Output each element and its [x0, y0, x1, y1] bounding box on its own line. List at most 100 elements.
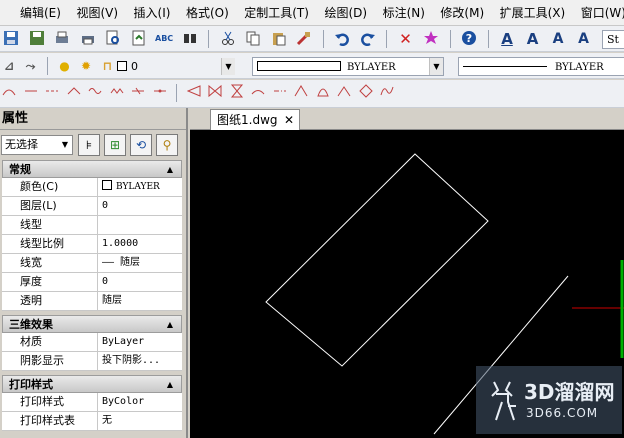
- layer-previous-icon[interactable]: ⊿: [1, 57, 17, 75]
- wave-icon[interactable]: [87, 84, 103, 102]
- menu-custom-tools[interactable]: 定制工具(T): [238, 0, 315, 25]
- menu-edit[interactable]: 编辑(E): [0, 0, 67, 25]
- undo-icon[interactable]: [333, 30, 351, 48]
- property-row[interactable]: 图层(L) 0: [2, 197, 182, 216]
- chevron-down-icon[interactable]: ▼: [221, 58, 235, 75]
- save-as-icon[interactable]: [28, 30, 46, 48]
- panel-title: 属性: [0, 108, 186, 130]
- properties-panel: 属性 无选择 ▼ ⊧ ⊞ ⟲ ⚲ 常规 ▲ 颜色(C) BYLAYER 图层(L) 0…: [0, 108, 188, 438]
- group-header[interactable]: 三维效果 ▲: [2, 315, 182, 333]
- close-icon[interactable]: ✕: [284, 110, 294, 130]
- selection-dropdown[interactable]: 无选择 ▼: [1, 135, 73, 155]
- arc-3-icon[interactable]: [315, 84, 331, 102]
- property-row[interactable]: 阴影显示 投下阴影...: [2, 352, 182, 371]
- arc-5-icon[interactable]: [379, 84, 395, 102]
- property-row[interactable]: 材质 ByLayer: [2, 333, 182, 352]
- print-icon[interactable]: [53, 30, 71, 48]
- toggle-pickadd-icon[interactable]: ⊧: [78, 134, 100, 156]
- line-2-icon[interactable]: [44, 84, 60, 102]
- property-row[interactable]: 线型: [2, 216, 182, 235]
- arc-4-icon[interactable]: [336, 84, 352, 102]
- menu-window[interactable]: 窗口(W): [575, 0, 624, 25]
- line-5-icon[interactable]: [272, 84, 288, 102]
- menu-view[interactable]: 视图(V): [70, 0, 124, 25]
- toolbar-separator: [176, 84, 177, 102]
- copy-icon[interactable]: [244, 30, 262, 48]
- plot-icon[interactable]: [79, 30, 97, 48]
- arc-2-icon[interactable]: [293, 84, 309, 102]
- text-edit-icon[interactable]: A: [549, 30, 567, 48]
- toolbar-separator: [487, 30, 489, 48]
- diamond-icon[interactable]: [358, 84, 374, 102]
- panel-toolbar: 无选择 ▼ ⊧ ⊞ ⟲ ⚲: [0, 130, 186, 160]
- menu-modify[interactable]: 修改(M): [434, 0, 490, 25]
- print-preview-icon[interactable]: [104, 30, 122, 48]
- line-3-icon[interactable]: [130, 84, 146, 102]
- layer-state-icon[interactable]: ⤳: [23, 57, 39, 75]
- property-row[interactable]: 打印样式表无: [2, 412, 182, 431]
- find-icon[interactable]: [181, 30, 199, 48]
- text-style-icon[interactable]: A: [498, 30, 516, 48]
- line-1-icon[interactable]: [23, 84, 39, 102]
- quick-select-icon[interactable]: ⟲: [130, 134, 152, 156]
- linetype-combo[interactable]: BYLAYER: [458, 57, 624, 76]
- explode-icon[interactable]: [422, 30, 440, 48]
- bowtie-icon[interactable]: [207, 84, 223, 102]
- property-row[interactable]: 透明 随层: [2, 292, 182, 311]
- curve-1-icon[interactable]: [1, 84, 17, 102]
- property-row[interactable]: 打印样式 ByColor: [2, 393, 182, 412]
- group-header[interactable]: 打印样式 ▲: [2, 375, 182, 393]
- line-4-icon[interactable]: [152, 84, 168, 102]
- layer-combo[interactable]: 0 ▼: [112, 57, 236, 76]
- erase-icon[interactable]: ✕: [397, 30, 415, 48]
- property-row[interactable]: 线型比例 1.0000: [2, 235, 182, 254]
- layer-on-icon[interactable]: ●: [57, 57, 73, 75]
- group-general: 常规 ▲ 颜色(C) BYLAYER 图层(L) 0 线型 线型比例 1.0000 线宽…: [2, 160, 182, 311]
- properties-toolbar: ⊿ ⤳ ● ✹ ⊓ 0 ▼ BYLAYER ▼ BYLAYER: [0, 53, 624, 79]
- menu-extension-tools[interactable]: 扩展工具(X): [494, 0, 572, 25]
- color-combo[interactable]: BYLAYER ▼: [252, 57, 444, 76]
- help-icon[interactable]: ?: [460, 30, 478, 48]
- property-row[interactable]: 厚度 0: [2, 273, 182, 292]
- save-icon[interactable]: [2, 30, 20, 48]
- toolbar-separator: [386, 30, 387, 48]
- group-header[interactable]: 常规 ▲: [2, 160, 182, 178]
- group-plot-style: 打印样式 ▲ 打印样式 ByColor 打印样式表无: [2, 375, 182, 431]
- property-row[interactable]: 线宽 —— 随层: [2, 254, 182, 273]
- filter-icon[interactable]: ⚲: [156, 134, 178, 156]
- match-properties-icon[interactable]: [295, 30, 313, 48]
- triangle-left-icon[interactable]: [186, 84, 202, 102]
- publish-icon[interactable]: [130, 30, 148, 48]
- redo-icon[interactable]: [359, 30, 377, 48]
- menu-format[interactable]: 格式(O): [180, 0, 235, 25]
- watermark: 3D溜溜网 3D66.COM: [476, 366, 622, 434]
- menu-dimension[interactable]: 标注(N): [377, 0, 431, 25]
- hourglass-icon[interactable]: [229, 84, 245, 102]
- text-icon[interactable]: A: [524, 30, 542, 48]
- chevron-down-icon[interactable]: ▼: [429, 58, 443, 75]
- paste-icon[interactable]: [270, 30, 288, 48]
- collapse-icon[interactable]: ▲: [167, 161, 173, 179]
- text-style-combo[interactable]: St: [602, 30, 624, 49]
- menu-draw[interactable]: 绘图(D): [318, 0, 373, 25]
- rotated-rectangle[interactable]: [265, 153, 489, 367]
- menu-insert[interactable]: 插入(I): [128, 0, 177, 25]
- text-find-icon[interactable]: A: [575, 30, 593, 48]
- collapse-icon[interactable]: ▲: [167, 316, 173, 334]
- select-objects-icon[interactable]: ⊞: [104, 134, 126, 156]
- toolbar-separator: [449, 30, 451, 48]
- document-tab[interactable]: 图纸1.dwg ✕: [210, 109, 300, 130]
- chevron-down-icon[interactable]: ▼: [58, 136, 72, 154]
- toolbar-separator: [208, 30, 209, 48]
- color-swatch: [257, 61, 341, 71]
- color-swatch: [102, 180, 112, 190]
- arc-1-icon[interactable]: [250, 84, 266, 102]
- cut-icon[interactable]: [219, 30, 237, 48]
- property-row[interactable]: 颜色(C) BYLAYER: [2, 178, 182, 197]
- curve-2-icon[interactable]: [66, 84, 82, 102]
- spell-check-icon[interactable]: ABC: [155, 30, 173, 48]
- layer-thaw-icon[interactable]: ✹: [78, 57, 94, 75]
- zigzag-icon[interactable]: [109, 84, 125, 102]
- collapse-icon[interactable]: ▲: [167, 376, 173, 394]
- app-window: 编辑(E) 视图(V) 插入(I) 格式(O) 定制工具(T) 绘图(D) 标注…: [0, 0, 624, 438]
